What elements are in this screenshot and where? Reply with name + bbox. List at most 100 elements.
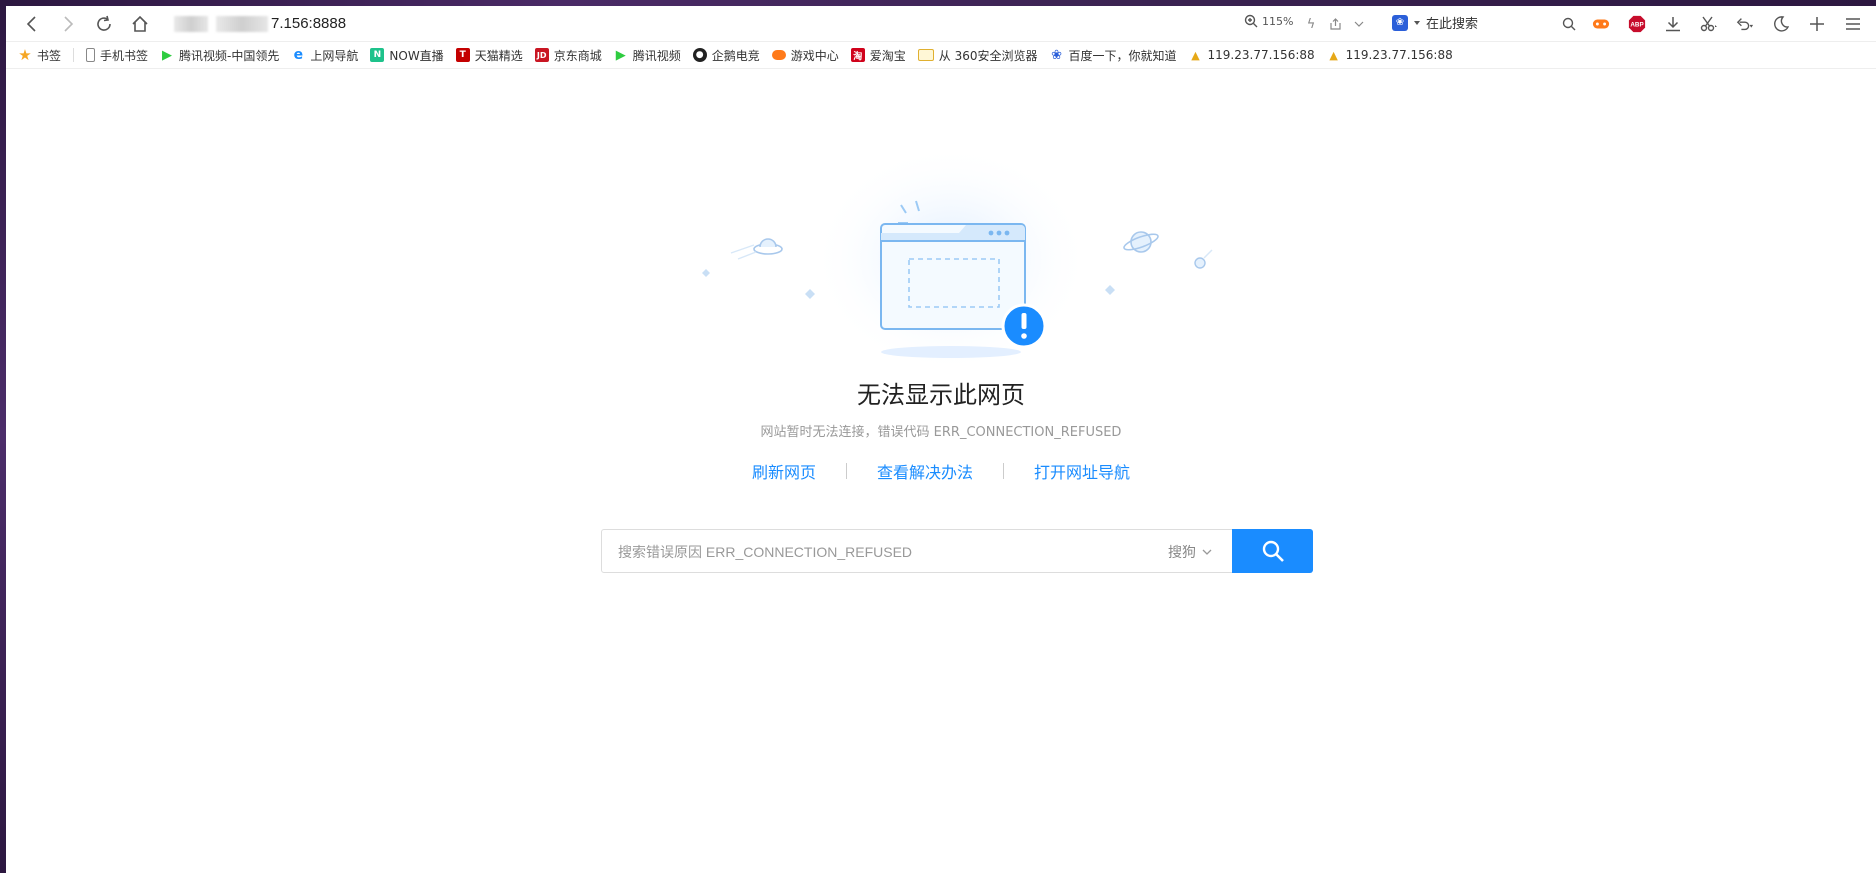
redacted-url-part xyxy=(216,16,268,32)
bookmark-item[interactable]: ★ 书签 xyxy=(18,47,61,64)
chevron-down-icon[interactable] xyxy=(1350,15,1368,33)
chevron-down-icon xyxy=(1202,549,1212,555)
phone-icon xyxy=(86,48,96,62)
action-divider xyxy=(1003,463,1004,479)
back-button[interactable] xyxy=(20,12,44,36)
scissors-icon[interactable] xyxy=(1700,15,1718,33)
search-icon xyxy=(1262,540,1284,562)
error-page: 无法显示此网页 网站暂时无法连接，错误代码 ERR_CONNECTION_REF… xyxy=(6,69,1876,873)
open-url-nav-link[interactable]: 打开网址导航 xyxy=(1034,459,1130,483)
download-icon[interactable] xyxy=(1664,15,1682,33)
shadow-ellipse xyxy=(881,346,1021,358)
tencent-video-icon: ▶ xyxy=(162,47,173,63)
bookmark-label: 119.23.77.156:88 xyxy=(1345,48,1453,62)
bookmark-item[interactable]: ▶ 腾讯视频 xyxy=(614,47,681,64)
error-search-button[interactable] xyxy=(1232,529,1313,573)
bookmark-divider xyxy=(73,48,75,62)
bookmarks-bar: ★ 书签 手机书签 ▶ 腾讯视频-中国领先 e 上网导航 N NOW直播 T 天… xyxy=(6,42,1876,69)
bookmark-label: 腾讯视频-中国领先 xyxy=(179,48,280,63)
zoom-level: 115% xyxy=(1262,14,1294,28)
bookmark-item[interactable]: T 天猫精选 xyxy=(455,47,523,64)
sparkle-icon xyxy=(702,269,710,277)
ie-icon: e xyxy=(293,47,304,63)
folder-icon xyxy=(917,49,934,61)
forward-button[interactable] xyxy=(56,12,80,36)
search-engine-select[interactable]: 搜狗 xyxy=(1168,542,1212,562)
adblock-icon[interactable]: ABP xyxy=(1628,15,1646,33)
night-mode-icon[interactable] xyxy=(1772,15,1790,33)
bookmark-label: 天猫精选 xyxy=(474,48,523,63)
bookmark-label: 上网导航 xyxy=(310,48,359,63)
pma-icon: ▲ xyxy=(1191,48,1200,62)
now-live-icon: N xyxy=(370,48,385,62)
bookmark-item[interactable]: 从 360安全浏览器 xyxy=(917,47,1038,64)
sparkle-icon xyxy=(1105,285,1115,295)
bookmark-label: 手机书签 xyxy=(100,48,149,63)
taobao-icon: 淘 xyxy=(850,48,865,62)
bookmark-label: 119.23.77.156:88 xyxy=(1207,48,1315,62)
bookmark-label: 从 360安全浏览器 xyxy=(938,48,1038,63)
error-title: 无法显示此网页 xyxy=(857,381,1025,409)
toolbar-search-engine[interactable]: ❀ 在此搜索 xyxy=(1392,13,1478,32)
bookmark-item[interactable]: 手机书签 xyxy=(86,47,148,64)
bookmark-item[interactable]: 游戏中心 xyxy=(771,47,839,64)
error-subtitle: 网站暂时无法连接，错误代码 ERR_CONNECTION_REFUSED xyxy=(760,425,1122,440)
planet-icon xyxy=(1123,231,1159,253)
home-button[interactable] xyxy=(128,12,152,36)
sparkle-icon xyxy=(805,289,815,299)
url-text: 7.156:8888 xyxy=(271,15,347,32)
star-icon: ★ xyxy=(18,46,32,64)
baidu-paw-icon: ❀ xyxy=(1051,47,1062,63)
pma-icon: ▲ xyxy=(1329,48,1338,62)
bookmark-item[interactable]: JD 京东商城 xyxy=(534,47,602,64)
undo-icon[interactable] xyxy=(1736,15,1754,33)
refresh-page-link[interactable]: 刷新网页 xyxy=(752,459,816,483)
caret-down-icon xyxy=(1414,20,1420,25)
tmall-icon: T xyxy=(455,48,470,62)
bookmark-item[interactable]: ▶ 腾讯视频-中国领先 xyxy=(160,47,279,64)
menu-icon[interactable] xyxy=(1844,15,1862,33)
zoom-icon xyxy=(1244,14,1258,28)
connection-error-illustration xyxy=(702,149,1213,374)
bookmark-label: NOW直播 xyxy=(389,48,444,63)
browser-toolbar: 7.156:8888 115% ϟ ❀ 在此搜索 ABP xyxy=(6,6,1876,42)
zoom-indicator[interactable]: 115% xyxy=(1244,14,1293,28)
bookmark-label: 书签 xyxy=(37,48,62,63)
bookmark-item[interactable]: 淘 爱淘宝 xyxy=(850,47,906,64)
new-tab-icon[interactable] xyxy=(1808,15,1826,33)
bookmark-item[interactable]: ▲ 119.23.77.156:88 xyxy=(1327,48,1453,62)
bookmark-label: 京东商城 xyxy=(553,48,602,63)
gamepad-icon xyxy=(771,50,786,60)
warning-icon xyxy=(1001,303,1047,349)
browser-window-icon xyxy=(880,223,1026,330)
redacted-url-part xyxy=(174,16,208,32)
error-search-box: 搜狗 xyxy=(601,529,1313,574)
search-engine-label: 搜狗 xyxy=(1168,545,1196,561)
bookmark-item[interactable]: ● 企鹅电竞 xyxy=(692,47,760,64)
bookmark-label: 企鹅电竞 xyxy=(711,48,760,63)
toolbar-search-label: 在此搜索 xyxy=(1426,17,1479,32)
tencent-video-icon: ▶ xyxy=(615,47,626,63)
adblock-badge-text: ABP xyxy=(1630,22,1643,29)
error-search-input[interactable] xyxy=(602,530,1170,574)
share-icon[interactable] xyxy=(1326,15,1344,33)
search-icon[interactable] xyxy=(1560,15,1578,33)
action-divider xyxy=(845,463,847,479)
baidu-paw-icon: ❀ xyxy=(1392,14,1408,31)
bookmark-item[interactable]: N NOW直播 xyxy=(370,47,444,64)
penguin-esports-icon: ● xyxy=(692,48,707,62)
bookmark-label: 游戏中心 xyxy=(790,48,839,63)
jd-icon: JD xyxy=(534,48,549,62)
bookmark-item[interactable]: ▲ 119.23.77.156:88 xyxy=(1189,48,1315,62)
browser-window: 7.156:8888 115% ϟ ❀ 在此搜索 ABP ★ 书签 手机书签 ▶… xyxy=(6,6,1876,873)
bookmark-item[interactable]: e 上网导航 xyxy=(291,47,359,64)
ufo-icon xyxy=(730,238,783,260)
reload-button[interactable] xyxy=(92,12,116,36)
address-bar[interactable]: 7.156:8888 xyxy=(166,11,1166,37)
error-actions: 刷新网页 查看解决办法 打开网址导航 xyxy=(6,459,1876,483)
game-controller-icon[interactable] xyxy=(1592,15,1610,33)
comet-icon xyxy=(1194,249,1213,269)
lightning-icon[interactable]: ϟ xyxy=(1302,15,1320,33)
bookmark-item[interactable]: ❀ 百度一下，你就知道 xyxy=(1050,47,1176,64)
view-solutions-link[interactable]: 查看解决办法 xyxy=(877,459,973,483)
